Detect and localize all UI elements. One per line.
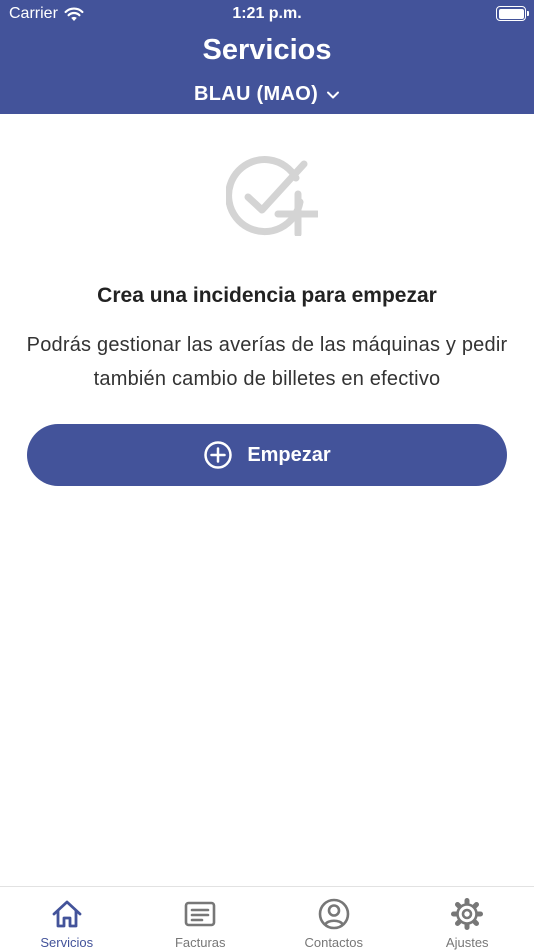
start-button-label: Empezar: [247, 443, 331, 466]
status-bar: Carrier 1:21 p.m.: [0, 0, 534, 30]
tab-contactos[interactable]: Contactos: [267, 887, 401, 950]
tab-label: Contactos: [304, 935, 364, 950]
empty-state-title: Crea una incidencia para empezar: [97, 284, 437, 307]
page-title: Servicios: [202, 34, 332, 66]
tab-label: Ajustes: [445, 935, 489, 950]
battery-icon: [496, 6, 529, 21]
location-label: BLAU (MAO): [193, 83, 319, 105]
tab-servicios[interactable]: Servicios: [0, 887, 134, 950]
status-time: 1:21 p.m.: [232, 5, 302, 22]
gear-icon: [451, 898, 484, 930]
check-plus-icon: [226, 156, 318, 236]
tab-bar: Servicios Facturas Contactos Ajustes: [0, 886, 534, 950]
empty-state-description: Podrás gestionar las averías de las máqu…: [26, 334, 508, 390]
header: Carrier 1:21 p.m. Servicios BLAU (MAO): [0, 0, 534, 114]
home-icon: [52, 900, 82, 928]
tab-label: Servicios: [40, 935, 94, 950]
user-circle-icon: [318, 898, 350, 930]
location-selector[interactable]: BLAU (MAO): [0, 83, 534, 106]
invoice-icon: [184, 901, 216, 927]
start-button[interactable]: Empezar: [27, 424, 507, 486]
tab-label: Facturas: [174, 935, 226, 950]
tab-facturas[interactable]: Facturas: [134, 887, 268, 950]
tab-ajustes[interactable]: Ajustes: [401, 887, 534, 950]
plus-circle-icon: [204, 441, 233, 469]
chevron-down-icon: [327, 91, 340, 98]
